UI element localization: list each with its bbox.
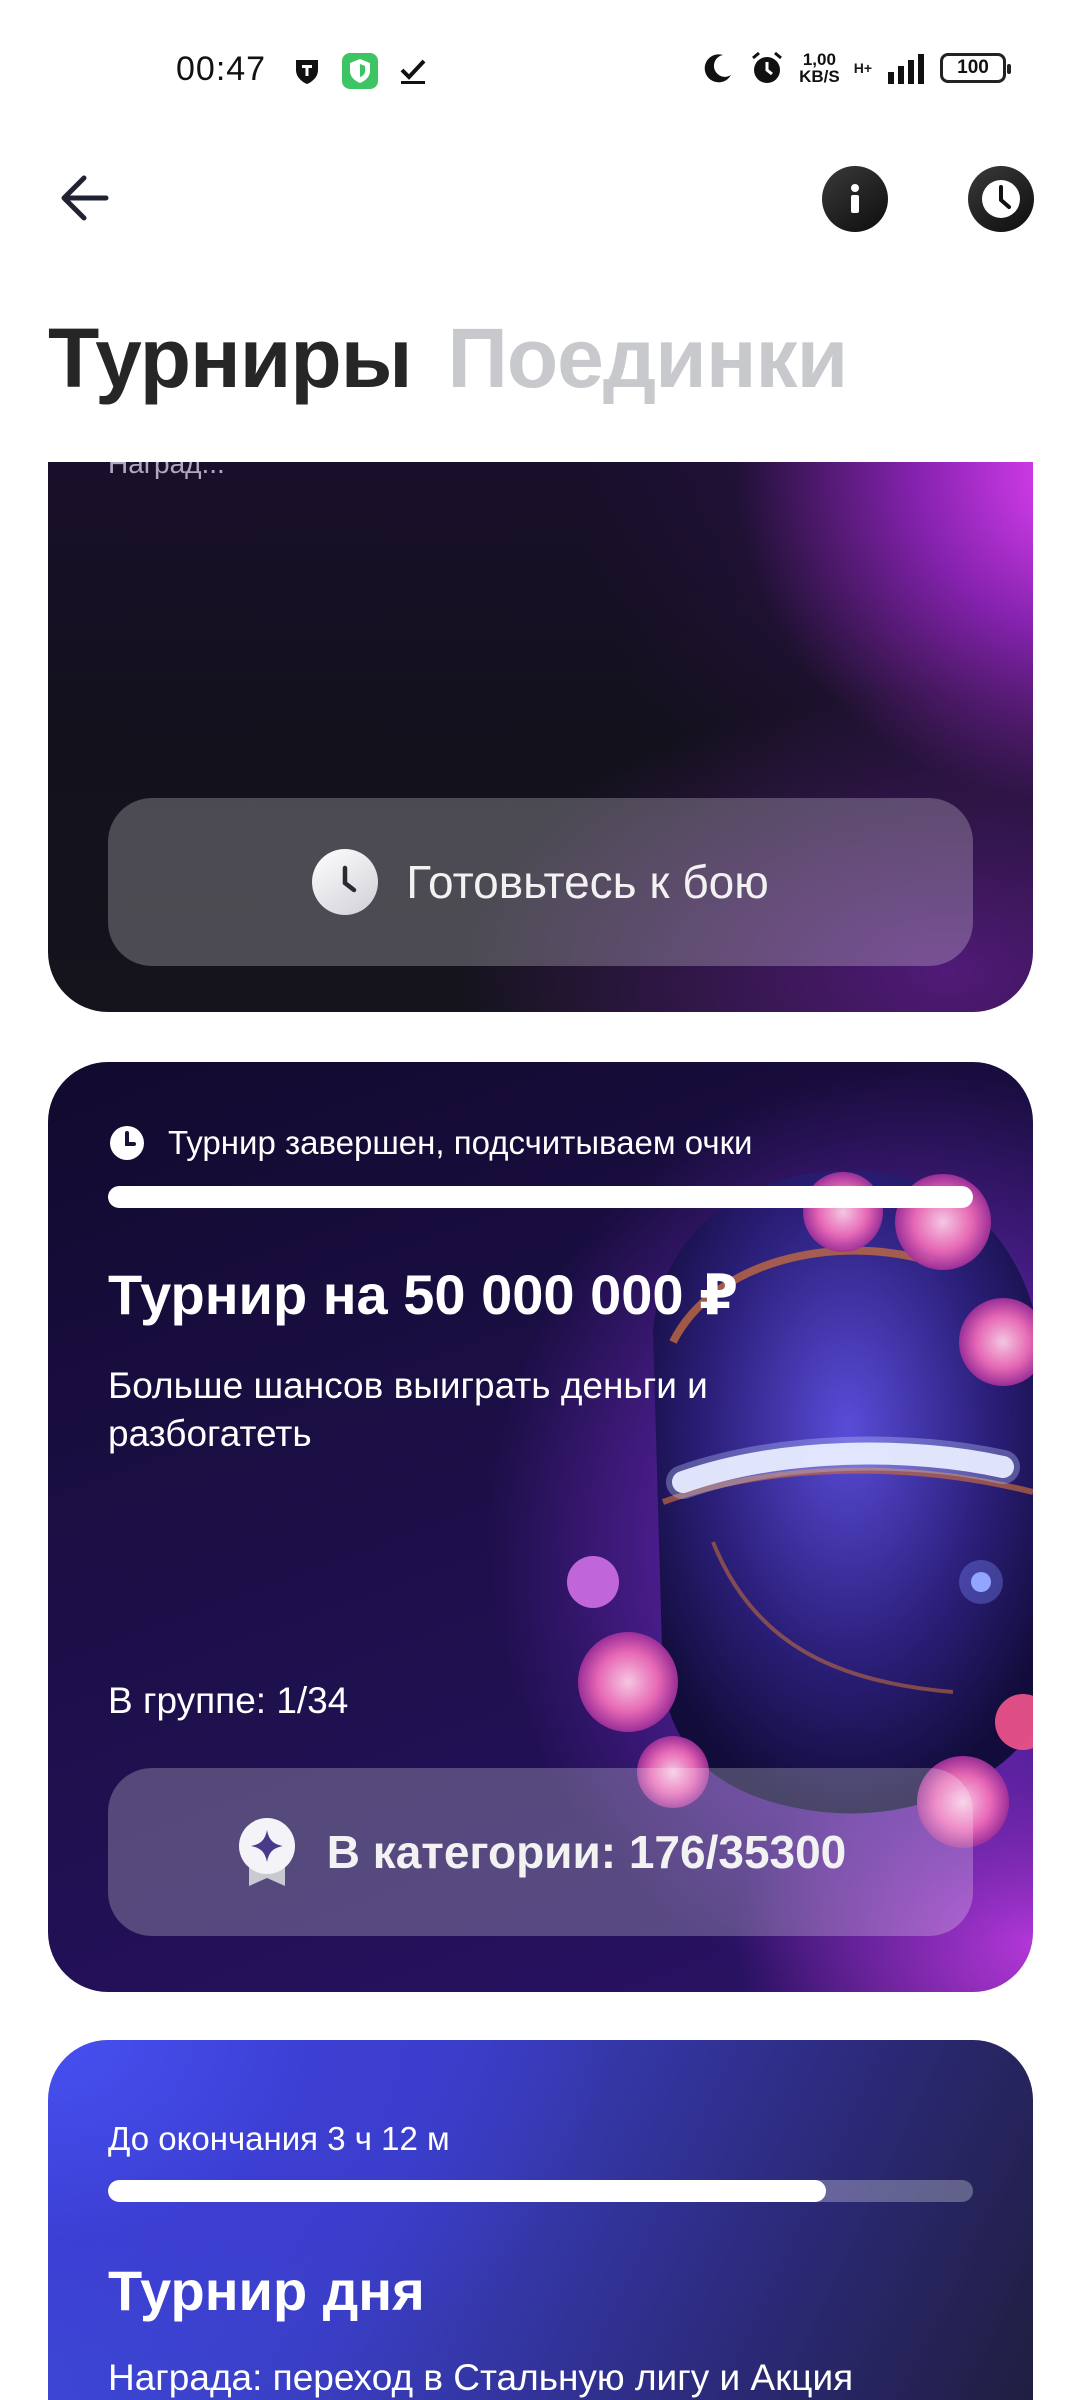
tournament-progress-bar: [108, 2180, 973, 2202]
section-tabs: Турниры Поединки: [48, 310, 848, 407]
info-button[interactable]: [822, 166, 888, 232]
tournament-card[interactable]: До окончания 3 ч 12 м Турнир дня Награда…: [48, 2040, 1033, 2400]
progress-fill: [108, 1186, 973, 1208]
tournament-description: Больше шансов выиграть деньги и разбогат…: [108, 1365, 708, 1454]
network-type: H+: [853, 60, 872, 76]
clock-icon: [110, 1126, 144, 1160]
security-app-icon: [342, 53, 378, 89]
alarm-icon: [752, 51, 783, 83]
button-label: В категории: 176/35300: [326, 1826, 847, 1878]
tab-duels[interactable]: Поединки: [447, 310, 848, 407]
tournament-status: Турнир завершен, подсчитываем очки: [108, 1124, 752, 1162]
clock-icon: [312, 849, 379, 915]
status-text: Турнир завершен, подсчитываем очки: [168, 1124, 753, 1161]
network-speed: 1,00 KB/S: [799, 50, 840, 86]
checkmark-task-icon: [400, 59, 426, 84]
shield-notification-icon: [296, 60, 318, 84]
history-button[interactable]: [968, 166, 1034, 232]
tab-tournaments[interactable]: Турниры: [48, 310, 412, 407]
progress-fill: [108, 2180, 826, 2202]
back-button[interactable]: [52, 166, 116, 230]
group-rank: В группе: 1/34: [108, 1680, 349, 1721]
tournament-title: Турнир на 50 000 000 ₽: [108, 1263, 739, 1326]
battery-indicator: 100: [940, 53, 1011, 83]
card-peek-text: Наград...: [108, 462, 225, 479]
tournament-progress-bar: [108, 1186, 973, 1208]
tournament-card[interactable]: Наград... Готовьтесь к бою: [48, 462, 1033, 1012]
tournament-title: Турнир дня: [108, 2259, 425, 2322]
status-bar: 00:47 1,00 KB/S H+ 100: [0, 0, 1080, 140]
info-icon: [851, 184, 859, 213]
status-time: 00:47: [176, 50, 267, 88]
clock-icon: [982, 180, 1020, 218]
category-rank-button[interactable]: В категории: 176/35300: [108, 1768, 973, 1936]
tournament-reward: Награда: переход в Стальную лигу и Акция: [108, 2357, 854, 2398]
medal-icon: [238, 1818, 295, 1886]
signal-icon: [888, 54, 924, 84]
prepare-for-battle-button[interactable]: Готовьтесь к бою: [108, 798, 973, 966]
moon-icon: [704, 54, 732, 83]
tournament-card[interactable]: Турнир завершен, подсчитываем очки Турни…: [48, 1062, 1033, 1992]
arrow-left-icon: [61, 175, 109, 221]
tournament-list[interactable]: Наград... Готовьтесь к бою Турнир заверш…: [0, 462, 1080, 2400]
time-remaining: До окончания 3 ч 12 м: [108, 2120, 450, 2157]
button-label: Готовьтесь к бою: [406, 856, 769, 908]
